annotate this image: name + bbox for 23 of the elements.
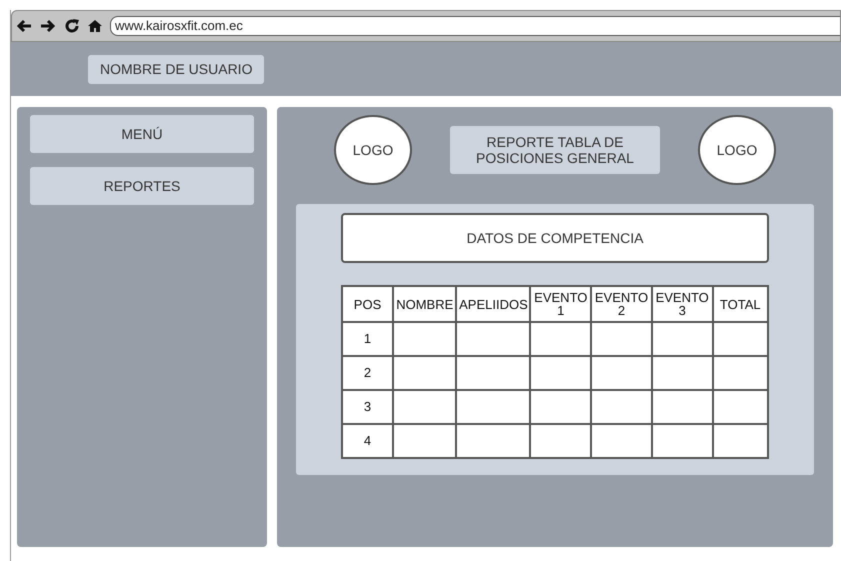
home-icon[interactable] [88,19,102,33]
column-header: NOMBRE [393,286,456,322]
table-cell: 4 [342,424,394,458]
username-label: NOMBRE DE USUARIO [88,54,264,84]
table-cell: 1 [342,322,394,356]
logo-label: LOGO [352,140,394,160]
table-cell: 2 [342,356,394,390]
sidebar-item[interactable]: REPORTES [30,167,254,205]
table-cell: 3 [342,390,394,424]
column-header: POS [342,286,394,322]
back-arrow-icon[interactable] [16,19,32,33]
column-header: EVENTO 2 [591,286,652,322]
logo-label: LOGO [716,140,758,160]
column-header: EVENTO 3 [652,286,713,322]
competition-info-box: DATOS DE COMPETENCIA [341,213,769,263]
column-header: APELIIDOS [456,286,530,322]
report-title: REPORTE TABLA DE POSICIONES GENERAL [450,126,660,174]
address-bar[interactable]: www.kairosxfit.com.ec [110,16,840,36]
column-header: TOTAL [712,286,768,322]
sidebar-item[interactable]: MENÚ [30,115,254,153]
reload-icon[interactable] [64,18,80,34]
column-header: EVENTO 1 [530,286,592,322]
forward-arrow-icon[interactable] [40,19,56,33]
